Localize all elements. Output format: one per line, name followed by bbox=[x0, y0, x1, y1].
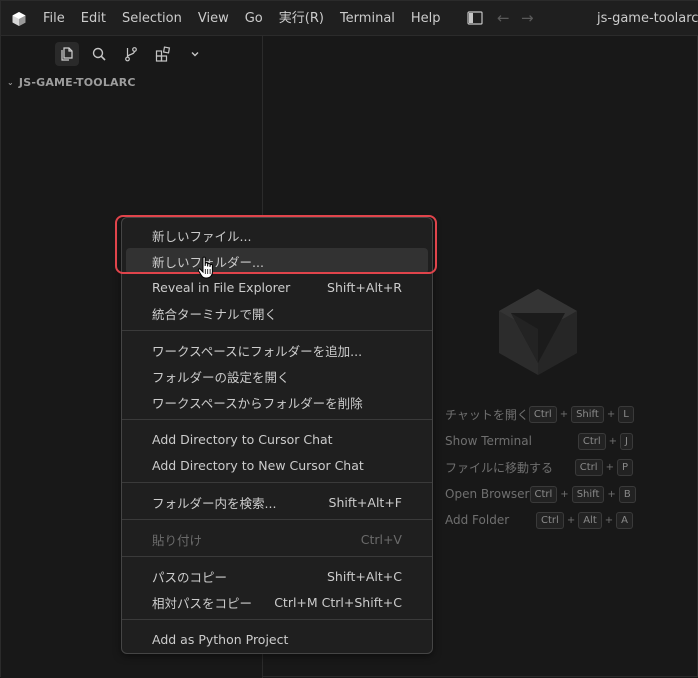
menu-help[interactable]: Help bbox=[403, 1, 449, 36]
menu-separator bbox=[122, 330, 432, 331]
menu-run[interactable]: 実行(R) bbox=[271, 1, 332, 36]
shortcut-row[interactable]: Show Terminal Ctrl + J bbox=[445, 430, 633, 452]
menu-edit[interactable]: Edit bbox=[73, 1, 114, 36]
menu-item-open-in-terminal[interactable]: 統合ターミナルで開く bbox=[126, 300, 428, 326]
shortcut-keys: Ctrl + Shift + L bbox=[528, 405, 634, 423]
key-cap: Shift bbox=[571, 485, 605, 503]
key-cap: B bbox=[618, 485, 636, 503]
search-icon[interactable] bbox=[87, 42, 111, 66]
menu-item-copy-relative-path[interactable]: 相対パスをコピー Ctrl+M Ctrl+Shift+C bbox=[126, 589, 428, 615]
menu-go[interactable]: Go bbox=[237, 1, 271, 36]
menu-separator bbox=[122, 419, 432, 420]
activity-bar bbox=[55, 42, 215, 66]
source-control-icon[interactable] bbox=[119, 42, 143, 66]
shortcut-label: Open Browser bbox=[445, 487, 530, 501]
menu-selection[interactable]: Selection bbox=[114, 1, 190, 36]
menu-item-find-in-folder[interactable]: フォルダー内を検索... Shift+Alt+F bbox=[126, 489, 428, 515]
menu-separator bbox=[122, 619, 432, 620]
shortcut-label: Show Terminal bbox=[445, 434, 532, 448]
key-cap: L bbox=[618, 405, 634, 423]
key-cap: Ctrl bbox=[528, 405, 557, 423]
menu-bar: File Edit Selection View Go 実行(R) Termin… bbox=[35, 1, 449, 36]
chevron-down-icon[interactable] bbox=[183, 42, 207, 66]
menu-separator bbox=[122, 519, 432, 520]
key-cap: Ctrl bbox=[574, 458, 603, 476]
menu-item-new-file[interactable]: 新しいファイル... bbox=[126, 222, 428, 248]
back-arrow-icon[interactable]: ← bbox=[497, 9, 510, 27]
window-title: js-game-toolarc bbox=[597, 11, 698, 26]
extensions-icon[interactable] bbox=[151, 42, 175, 66]
app-window: File Edit Selection View Go 実行(R) Termin… bbox=[0, 0, 698, 678]
menu-item-copy-path[interactable]: パスのコピー Shift+Alt+C bbox=[126, 563, 428, 589]
menu-item-reveal-in-explorer[interactable]: Reveal in File Explorer Shift+Alt+R bbox=[126, 274, 428, 300]
key-cap: Ctrl bbox=[536, 511, 564, 529]
shortcut-row[interactable]: Add Folder Ctrl + Alt + A bbox=[445, 509, 633, 531]
key-cap: Ctrl bbox=[529, 485, 558, 503]
menu-item-paste[interactable]: 貼り付け Ctrl+V bbox=[126, 526, 428, 552]
key-cap: Ctrl bbox=[577, 432, 606, 450]
title-bar: File Edit Selection View Go 実行(R) Termin… bbox=[1, 1, 698, 36]
explorer-context-menu: 新しいファイル... 新しいフォルダー... Reveal in File Ex… bbox=[121, 217, 433, 654]
menu-terminal[interactable]: Terminal bbox=[332, 1, 403, 36]
shortcut-row[interactable]: ファイルに移動する Ctrl + P bbox=[445, 456, 633, 478]
menu-item-add-directory-to-chat[interactable]: Add Directory to Cursor Chat bbox=[126, 426, 428, 452]
app-logo-icon bbox=[12, 12, 26, 26]
menu-item-open-folder-settings[interactable]: フォルダーの設定を開く bbox=[126, 363, 428, 389]
menu-item-add-folder-to-workspace[interactable]: ワークスペースにフォルダーを追加... bbox=[126, 337, 428, 363]
shortcut-keys: Ctrl + P bbox=[574, 458, 633, 476]
key-cap: A bbox=[616, 511, 633, 529]
shortcut-keys: Ctrl + Shift + B bbox=[529, 485, 636, 503]
menu-separator bbox=[122, 482, 432, 483]
key-cap: J bbox=[620, 432, 633, 450]
key-cap: P bbox=[616, 458, 633, 476]
shortcut-keys: Ctrl + J bbox=[577, 432, 633, 450]
explorer-icon[interactable] bbox=[55, 42, 79, 66]
menu-item-new-folder[interactable]: 新しいフォルダー... bbox=[126, 248, 428, 274]
menu-file[interactable]: File bbox=[35, 1, 73, 36]
chevron-down-icon: ⌄ bbox=[7, 78, 14, 87]
explorer-folder-header[interactable]: ⌄ JS-GAME-TOOLARC bbox=[7, 76, 136, 89]
shortcut-label: ファイルに移動する bbox=[445, 460, 554, 475]
forward-arrow-icon[interactable]: → bbox=[521, 9, 534, 27]
cursor-logo-watermark-icon bbox=[499, 289, 577, 375]
shortcut-label: チャットを開く bbox=[445, 407, 529, 422]
menu-item-add-as-python-project[interactable]: Add as Python Project bbox=[126, 626, 428, 652]
menu-separator bbox=[122, 556, 432, 557]
key-cap: Alt bbox=[578, 511, 602, 529]
shortcut-row[interactable]: チャットを開く Ctrl + Shift + L bbox=[445, 403, 634, 425]
menu-view[interactable]: View bbox=[190, 1, 237, 36]
toggle-layout-icon[interactable] bbox=[467, 11, 483, 25]
hand-pointer-cursor-icon bbox=[197, 256, 213, 279]
menu-item-remove-folder-from-workspace[interactable]: ワークスペースからフォルダーを削除 bbox=[126, 389, 428, 415]
menu-item-add-directory-to-new-chat[interactable]: Add Directory to New Cursor Chat bbox=[126, 452, 428, 478]
key-cap: Shift bbox=[571, 405, 604, 423]
shortcut-label: Add Folder bbox=[445, 513, 510, 527]
shortcut-keys: Ctrl + Alt + A bbox=[536, 511, 633, 529]
shortcut-row[interactable]: Open Browser Ctrl + Shift + B bbox=[445, 483, 636, 505]
explorer-folder-title: JS-GAME-TOOLARC bbox=[18, 76, 136, 89]
